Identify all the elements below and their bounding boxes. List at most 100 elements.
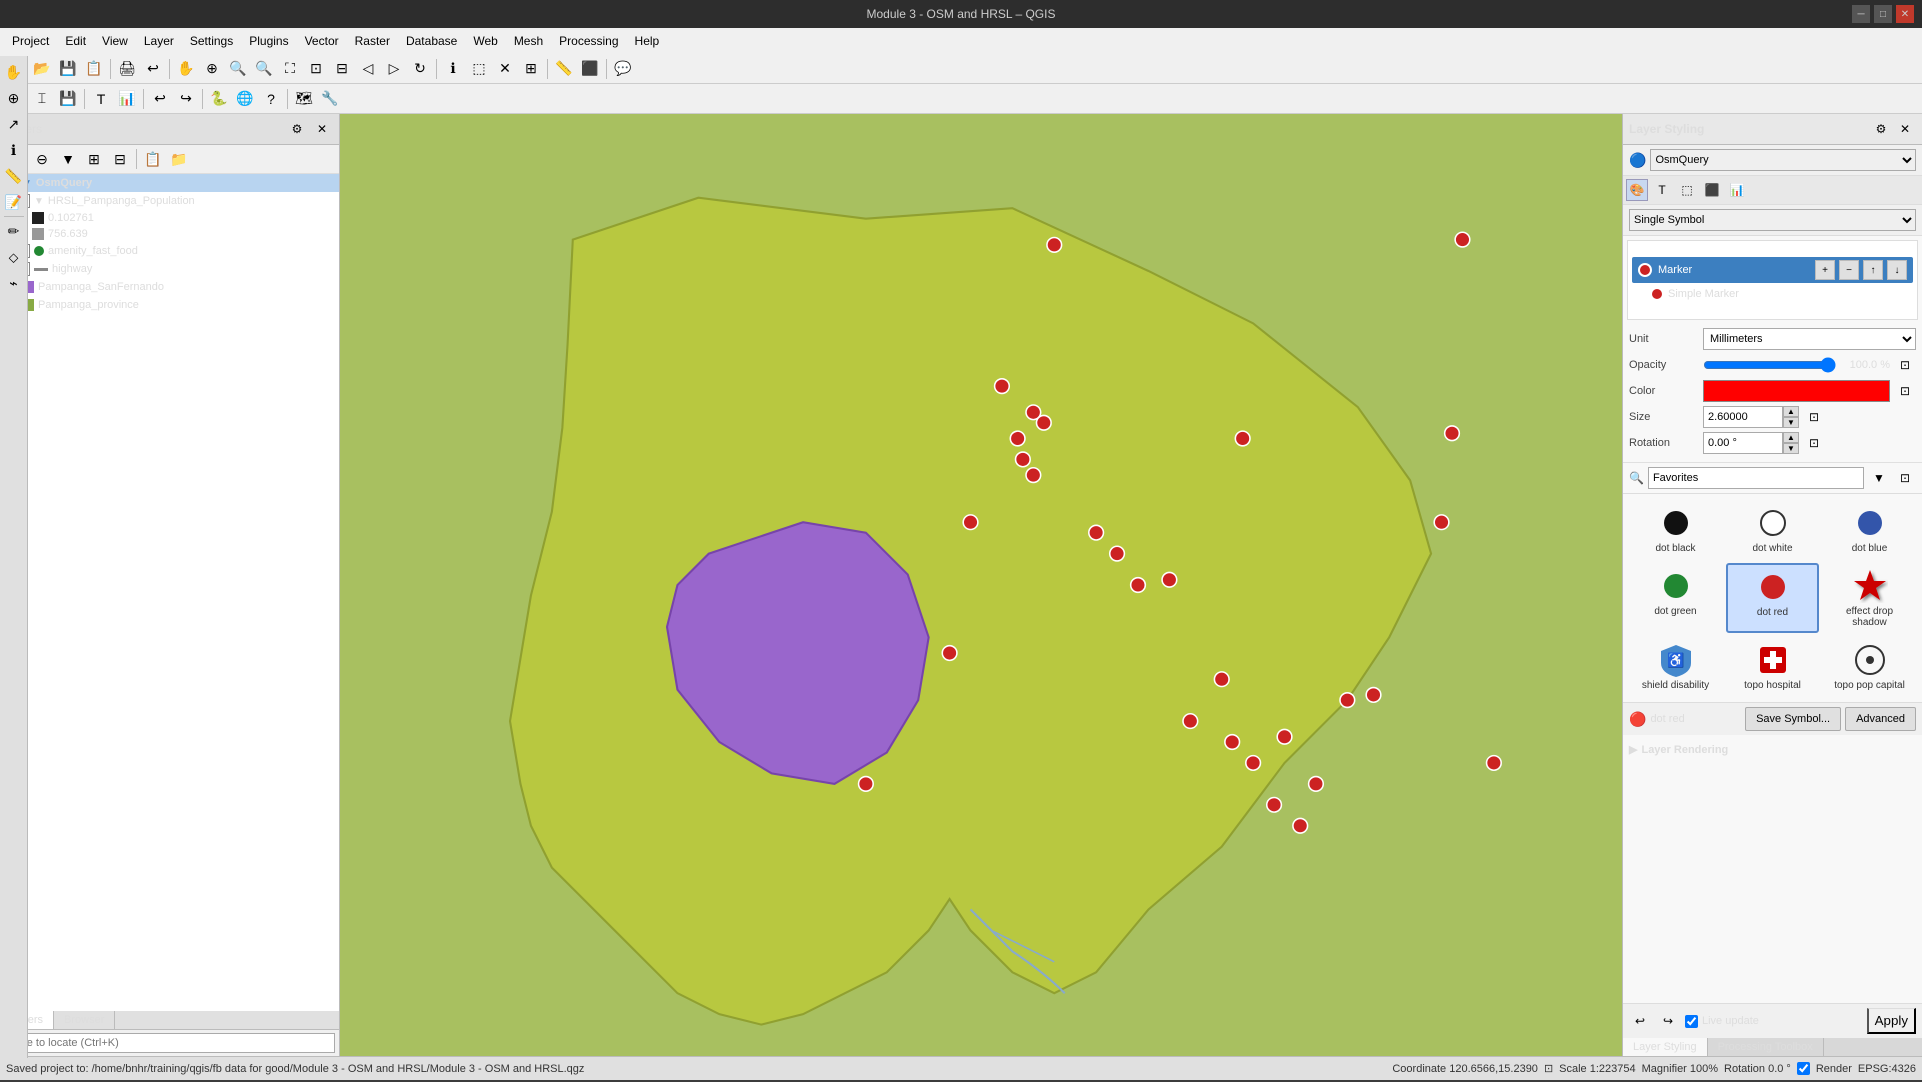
render-checkbox[interactable] — [1797, 1062, 1810, 1075]
layer-label-amenity[interactable]: amenity_fast_food — [48, 245, 138, 257]
undo-button[interactable]: ↩ — [141, 57, 165, 81]
layers-close-button[interactable]: ✕ — [311, 118, 333, 140]
layer-item-amenity[interactable]: ✓ amenity_fast_food — [0, 242, 339, 260]
open-project-button[interactable]: 📂 — [30, 57, 54, 81]
pan-to-selection-button[interactable]: ⊕ — [200, 57, 224, 81]
layer-item-hrsl[interactable]: ▼ HRSL_Pampanga_Population — [0, 192, 339, 210]
layer-item-province[interactable]: ✓ Pampanga_province — [0, 296, 339, 314]
tab-processing-toolbox[interactable]: Processing Toolbox — [1708, 1038, 1824, 1056]
menu-edit[interactable]: Edit — [57, 32, 94, 50]
zoom-last-button[interactable]: ◁ — [356, 57, 380, 81]
zoom-in-button[interactable]: 🔍 — [226, 57, 250, 81]
menu-view[interactable]: View — [94, 32, 136, 50]
locate-input[interactable] — [4, 1033, 335, 1053]
select-tool-button[interactable]: ↗ — [2, 112, 26, 136]
rotation-data-defined-button[interactable]: ⊡ — [1803, 432, 1825, 454]
tab-layer-styling[interactable]: Layer Styling — [1623, 1038, 1708, 1056]
python-console-button[interactable]: 🐍 — [207, 87, 231, 111]
layer-selector[interactable]: OsmQuery — [1650, 149, 1916, 171]
symbol-mode-select[interactable]: Single Symbol — [1629, 209, 1916, 231]
zoom-next-button[interactable]: ▷ — [382, 57, 406, 81]
color-data-defined-button[interactable]: ⊡ — [1894, 380, 1916, 402]
symbol-cell-dot-white[interactable]: dot white — [1726, 500, 1819, 559]
rotation-up-button[interactable]: ▲ — [1783, 432, 1799, 443]
opacity-slider[interactable] — [1703, 357, 1836, 373]
maximize-button[interactable]: □ — [1874, 5, 1892, 23]
symbol-cell-shield-disability[interactable]: ♿ shield disability — [1629, 637, 1722, 696]
advanced-button[interactable]: Advanced — [1845, 707, 1916, 731]
color-picker-button[interactable] — [1703, 380, 1890, 402]
digitize-tool-button[interactable]: ✏ — [2, 219, 26, 243]
undo-edit-button[interactable]: ↩ — [148, 87, 172, 111]
marker-remove-button[interactable]: − — [1839, 260, 1859, 280]
opacity-data-defined-button[interactable]: ⊡ — [1894, 354, 1916, 376]
diagram-button[interactable]: 📊 — [115, 87, 139, 111]
menu-settings[interactable]: Settings — [182, 32, 241, 50]
save-project-button[interactable]: 💾 — [56, 57, 80, 81]
redo-edit-button[interactable]: ↪ — [174, 87, 198, 111]
map-tips-button[interactable]: 💬 — [611, 57, 635, 81]
rotation-input[interactable] — [1703, 432, 1783, 454]
zoom-full-button[interactable]: ⛶ — [278, 57, 302, 81]
zoom-selection-button[interactable]: ⊟ — [330, 57, 354, 81]
layer-item-val1[interactable]: 0.102761 — [0, 210, 339, 226]
measure-area-button[interactable]: ⬛ — [578, 57, 602, 81]
close-button[interactable]: ✕ — [1896, 5, 1914, 23]
unit-select[interactable]: Millimeters — [1703, 328, 1916, 350]
layer-label-hrsl[interactable]: HRSL_Pampanga_Population — [48, 195, 195, 207]
plugin1-button[interactable]: 🔧 — [318, 87, 342, 111]
menu-plugins[interactable]: Plugins — [241, 32, 296, 50]
help-button[interactable]: ? — [259, 87, 283, 111]
qgis2web-button[interactable]: 🗺 — [292, 87, 316, 111]
filter-layer-button[interactable]: ▼ — [56, 147, 80, 171]
undo-style-button[interactable]: ↩ — [1629, 1010, 1651, 1032]
layer-item-val2[interactable]: 756.639 — [0, 226, 339, 242]
menu-project[interactable]: Project — [4, 32, 57, 50]
pan-tool-button[interactable]: ✋ — [2, 60, 26, 84]
identify-button[interactable]: ℹ — [441, 57, 465, 81]
style-3d-button[interactable]: ⬛ — [1701, 179, 1723, 201]
digitize-button[interactable]: ⌶ — [30, 87, 54, 111]
expand-all-button[interactable]: ⊞ — [82, 147, 106, 171]
size-down-button[interactable]: ▼ — [1783, 417, 1799, 428]
layer-item-sanfernando[interactable]: ✓ Pampanga_SanFernando — [0, 278, 339, 296]
symbol-search-option-button[interactable]: ▼ — [1868, 467, 1890, 489]
remove-layer-button[interactable]: ⊖ — [30, 147, 54, 171]
layer-group-button[interactable]: 📁 — [167, 147, 191, 171]
layer-expand-hrsl[interactable]: ▼ — [34, 196, 44, 207]
size-up-button[interactable]: ▲ — [1783, 406, 1799, 417]
menu-mesh[interactable]: Mesh — [506, 32, 551, 50]
marker-add-button[interactable]: + — [1815, 260, 1835, 280]
measure-button[interactable]: 📏 — [552, 57, 576, 81]
refresh-button[interactable]: ↻ — [408, 57, 432, 81]
menu-database[interactable]: Database — [398, 32, 465, 50]
apply-button[interactable]: Apply — [1867, 1008, 1916, 1034]
layer-item-highway[interactable]: highway — [0, 260, 339, 278]
size-data-defined-button[interactable]: ⊡ — [1803, 406, 1825, 428]
map-canvas[interactable] — [340, 114, 1622, 1056]
marker-node[interactable]: Marker + − ↑ ↓ — [1632, 257, 1913, 283]
vertex-tool-button[interactable]: ⬦ — [2, 245, 26, 269]
tab-browser[interactable]: Browser — [54, 1011, 115, 1029]
save-symbol-button[interactable]: Save Symbol... — [1745, 707, 1841, 731]
print-button[interactable]: 🖨 — [115, 57, 139, 81]
styling-close-button[interactable]: ✕ — [1894, 118, 1916, 140]
style-paint-button[interactable]: 🎨 — [1626, 179, 1648, 201]
menu-layer[interactable]: Layer — [136, 32, 182, 50]
symbol-cell-effect-drop-shadow[interactable]: effect drop shadow — [1823, 563, 1916, 633]
layer-properties-button[interactable]: 📋 — [141, 147, 165, 171]
save-edits-button[interactable]: 💾 — [56, 87, 80, 111]
layer-rendering-title[interactable]: ▶ Layer Rendering — [1629, 739, 1916, 760]
symbol-cell-dot-black[interactable]: dot black — [1629, 500, 1722, 559]
menu-help[interactable]: Help — [627, 32, 668, 50]
select-features-button[interactable]: ⬚ — [467, 57, 491, 81]
symbol-search-input[interactable] — [1648, 467, 1864, 489]
menu-processing[interactable]: Processing — [551, 32, 626, 50]
measure-tool-button[interactable]: 📏 — [2, 164, 26, 188]
menu-vector[interactable]: Vector — [297, 32, 347, 50]
add-text-button[interactable]: T — [89, 87, 113, 111]
marker-up-button[interactable]: ↑ — [1863, 260, 1883, 280]
identify-tool-button[interactable]: ℹ — [2, 138, 26, 162]
rotation-down-button[interactable]: ▼ — [1783, 443, 1799, 454]
zoom-layer-button[interactable]: ⊡ — [304, 57, 328, 81]
